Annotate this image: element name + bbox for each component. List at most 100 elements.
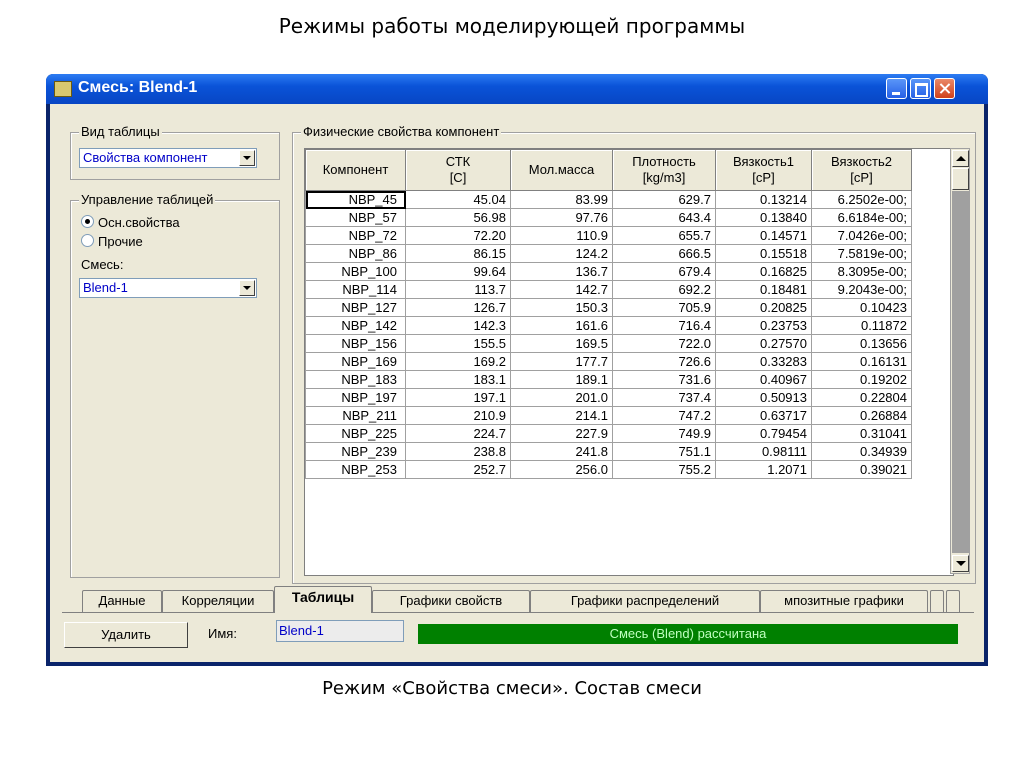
value-cell[interactable]: 45.04 (405, 190, 511, 209)
grid-header-5[interactable]: Вязкость2 [cP] (811, 149, 912, 191)
value-cell[interactable]: 751.1 (612, 442, 716, 461)
value-cell[interactable]: 83.99 (510, 190, 613, 209)
table-row[interactable]: NBP_100 99.64 136.7 679.4 0.16825 8.3095e-00; (305, 262, 912, 281)
value-cell[interactable]: 0.18481 (715, 280, 812, 299)
scroll-down-icon[interactable] (952, 555, 969, 572)
component-cell[interactable]: NBP_169 (305, 352, 406, 371)
value-cell[interactable]: 161.6 (510, 316, 613, 335)
radio-other[interactable]: Прочие (81, 234, 143, 249)
radio-main-props[interactable]: Осн.свойства (81, 215, 180, 230)
component-cell[interactable]: NBP_197 (305, 388, 406, 407)
component-cell[interactable]: NBP_72 (305, 226, 406, 245)
component-cell[interactable]: NBP_100 (305, 262, 406, 281)
value-cell[interactable]: 0.34939 (811, 442, 912, 461)
table-row[interactable]: NBP_169 169.2 177.7 726.6 0.33283 0.16131 (305, 352, 912, 371)
value-cell[interactable]: 629.7 (612, 190, 716, 209)
component-cell[interactable]: NBP_86 (305, 244, 406, 263)
maximize-button[interactable] (910, 78, 931, 99)
table-row[interactable]: NBP_225 224.7 227.9 749.9 0.79454 0.31041 (305, 424, 912, 443)
value-cell[interactable]: 0.98111 (715, 442, 812, 461)
component-cell[interactable]: NBP_253 (305, 460, 406, 479)
value-cell[interactable]: 755.2 (612, 460, 716, 479)
value-cell[interactable]: 705.9 (612, 298, 716, 317)
value-cell[interactable]: 97.76 (510, 208, 613, 227)
name-field[interactable]: Blend-1 (276, 620, 404, 642)
value-cell[interactable]: 252.7 (405, 460, 511, 479)
value-cell[interactable]: 0.11872 (811, 316, 912, 335)
value-cell[interactable]: 0.13656 (811, 334, 912, 353)
value-cell[interactable]: 56.98 (405, 208, 511, 227)
grid-header-4[interactable]: Вязкость1 [cP] (715, 149, 812, 191)
value-cell[interactable]: 155.5 (405, 334, 511, 353)
value-cell[interactable]: 6.2502e-00; (811, 190, 912, 209)
value-cell[interactable]: 136.7 (510, 262, 613, 281)
table-row[interactable]: NBP_197 197.1 201.0 737.4 0.50913 0.22804 (305, 388, 912, 407)
component-cell[interactable]: NBP_183 (305, 370, 406, 389)
value-cell[interactable]: 722.0 (612, 334, 716, 353)
value-cell[interactable]: 679.4 (612, 262, 716, 281)
table-row[interactable]: NBP_57 56.98 97.76 643.4 0.13840 6.6184e-00; (305, 208, 912, 227)
table-row[interactable]: NBP_253 252.7 256.0 755.2 1.2071 0.39021 (305, 460, 912, 479)
title-bar[interactable]: Смесь: Blend-1 (46, 74, 988, 104)
value-cell[interactable]: 8.3095e-00; (811, 262, 912, 281)
table-row[interactable]: NBP_45 45.04 83.99 629.7 0.13214 6.2502e-00; (305, 190, 912, 209)
tab-property-charts[interactable]: Графики свойств (372, 590, 530, 612)
value-cell[interactable]: 241.8 (510, 442, 613, 461)
value-cell[interactable]: 643.4 (612, 208, 716, 227)
component-cell[interactable]: NBP_45 (305, 190, 406, 209)
value-cell[interactable]: 124.2 (510, 244, 613, 263)
value-cell[interactable]: 169.2 (405, 352, 511, 371)
value-cell[interactable]: 238.8 (405, 442, 511, 461)
value-cell[interactable]: 726.6 (612, 352, 716, 371)
minimize-button[interactable] (886, 78, 907, 99)
value-cell[interactable]: 0.79454 (715, 424, 812, 443)
scroll-track[interactable] (952, 191, 969, 553)
table-row[interactable]: NBP_86 86.15 124.2 666.5 0.15518 7.5819e-00; (305, 244, 912, 263)
value-cell[interactable]: 749.9 (612, 424, 716, 443)
value-cell[interactable]: 197.1 (405, 388, 511, 407)
value-cell[interactable]: 0.31041 (811, 424, 912, 443)
scroll-up-icon[interactable] (952, 150, 969, 167)
value-cell[interactable]: 7.5819e-00; (811, 244, 912, 263)
component-cell[interactable]: NBP_127 (305, 298, 406, 317)
view-combo[interactable]: Свойства компонент (79, 148, 257, 168)
value-cell[interactable]: 7.0426e-00; (811, 226, 912, 245)
value-cell[interactable]: 113.7 (405, 280, 511, 299)
value-cell[interactable]: 0.19202 (811, 370, 912, 389)
value-cell[interactable]: 692.2 (612, 280, 716, 299)
value-cell[interactable]: 150.3 (510, 298, 613, 317)
value-cell[interactable]: 0.16825 (715, 262, 812, 281)
table-row[interactable]: NBP_72 72.20 110.9 655.7 0.14571 7.0426e-00; (305, 226, 912, 245)
value-cell[interactable]: 9.2043e-00; (811, 280, 912, 299)
props-grid[interactable]: Компонент СТК [C] Мол.масса Плотность [kg/m3]… (304, 148, 954, 576)
value-cell[interactable]: 110.9 (510, 226, 613, 245)
value-cell[interactable]: 0.22804 (811, 388, 912, 407)
grid-scrollbar[interactable] (950, 148, 970, 574)
component-cell[interactable]: NBP_211 (305, 406, 406, 425)
value-cell[interactable]: 0.26884 (811, 406, 912, 425)
value-cell[interactable]: 655.7 (612, 226, 716, 245)
value-cell[interactable]: 72.20 (405, 226, 511, 245)
table-row[interactable]: NBP_183 183.1 189.1 731.6 0.40967 0.19202 (305, 370, 912, 389)
value-cell[interactable]: 0.16131 (811, 352, 912, 371)
component-cell[interactable]: NBP_114 (305, 280, 406, 299)
value-cell[interactable]: 99.64 (405, 262, 511, 281)
value-cell[interactable]: 737.4 (612, 388, 716, 407)
value-cell[interactable]: 169.5 (510, 334, 613, 353)
value-cell[interactable]: 0.23753 (715, 316, 812, 335)
component-cell[interactable]: NBP_225 (305, 424, 406, 443)
mix-combo[interactable]: Blend-1 (79, 278, 257, 298)
value-cell[interactable]: 86.15 (405, 244, 511, 263)
value-cell[interactable]: 142.3 (405, 316, 511, 335)
table-row[interactable]: NBP_114 113.7 142.7 692.2 0.18481 9.2043e-00; (305, 280, 912, 299)
value-cell[interactable]: 747.2 (612, 406, 716, 425)
grid-header-1[interactable]: СТК [C] (405, 149, 511, 191)
chevron-down-icon[interactable] (239, 280, 255, 296)
value-cell[interactable]: 183.1 (405, 370, 511, 389)
component-cell[interactable]: NBP_142 (305, 316, 406, 335)
value-cell[interactable]: 0.20825 (715, 298, 812, 317)
tab-composite-charts[interactable]: мпозитные графики (760, 590, 928, 612)
grid-header-2[interactable]: Мол.масса (510, 149, 613, 191)
tab-scroll-left-icon[interactable] (930, 590, 944, 612)
scroll-thumb[interactable] (952, 168, 969, 190)
